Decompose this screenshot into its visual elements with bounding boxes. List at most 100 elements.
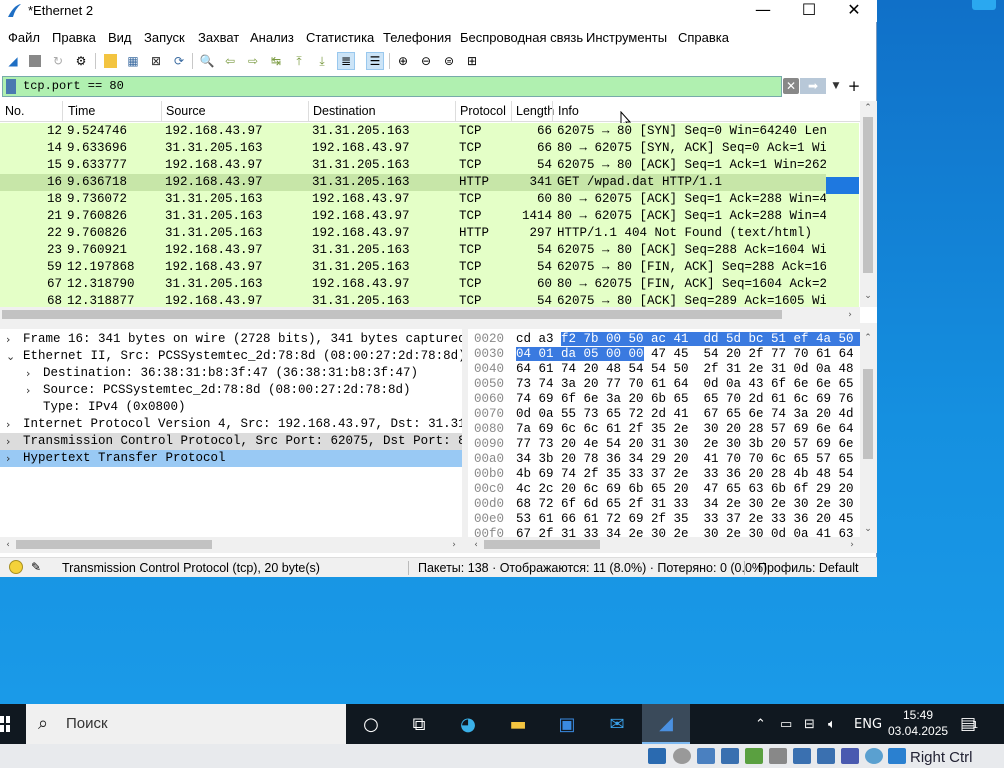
scroll-right-icon[interactable]: › [446, 538, 462, 552]
expand-arrow-icon[interactable]: › [6, 416, 18, 433]
detail-row[interactable]: › Internet Protocol Version 4, Src: 192.1… [0, 416, 462, 433]
volume-icon[interactable]: 🔈︎ [828, 704, 836, 744]
packet-row[interactable]: 16 9.636718 192.168.43.97 31.31.205.163 HTTP… [0, 174, 826, 191]
last-packet-icon[interactable]: ⤓ [313, 52, 331, 70]
expand-arrow-icon[interactable]: › [26, 365, 38, 382]
expand-arrow-icon[interactable]: › [6, 433, 18, 450]
bytes-hscroll[interactable]: ‹ › [468, 537, 877, 553]
vbox-cpu-icon[interactable] [841, 748, 859, 764]
packet-row[interactable]: 12 9.524746 192.168.43.97 31.31.205.163 TCP 6… [0, 123, 826, 140]
clock[interactable]: 15:49 03.04.2025 [888, 707, 948, 739]
column-separator[interactable] [455, 101, 456, 122]
colorize-icon[interactable]: ☰ [366, 52, 384, 70]
detail-row[interactable]: Type: IPv4 (0x0800) [0, 399, 462, 416]
task-view-icon[interactable]: ⧉ [395, 704, 443, 744]
minimize-button[interactable]: — [740, 0, 786, 22]
network-icon[interactable]: ⊟ [804, 704, 815, 744]
store-icon[interactable]: ▣ [543, 704, 591, 744]
menu-tools[interactable]: Инструменты [586, 30, 667, 45]
start-button-icon[interactable] [0, 716, 10, 732]
cortana-icon[interactable]: ○ [347, 704, 395, 744]
vbox-globe-icon[interactable] [865, 748, 883, 764]
taskbar-search[interactable]: ⌕ Поиск [26, 704, 346, 744]
language-indicator[interactable]: ENG [854, 704, 882, 744]
normal-size-icon[interactable]: ⊜ [440, 52, 458, 70]
detail-row[interactable]: › Source: PCSSystemtec_2d:78:8d (08:00:27… [0, 382, 462, 399]
desktop-chat-icon[interactable] [972, 0, 996, 10]
column-separator[interactable] [161, 101, 162, 122]
packet-list-vscroll[interactable]: ⌃ ⌄ [860, 101, 877, 307]
start-capture-icon[interactable]: ◢ [4, 52, 22, 70]
column-separator[interactable] [511, 101, 512, 122]
packet-minimap[interactable] [826, 123, 859, 307]
expand-arrow-icon[interactable]: › [6, 331, 18, 348]
edit-comment-icon[interactable]: ✎ [31, 560, 45, 574]
scroll-left-icon[interactable]: ‹ [0, 538, 16, 552]
battery-icon[interactable]: ▭ [780, 704, 792, 744]
packet-row[interactable]: 18 9.736072 31.31.205.163 192.168.43.97 TCP 8… [0, 191, 826, 208]
detail-row[interactable]: › Transmission Control Protocol, Src Port… [0, 433, 462, 450]
column-source[interactable]: Source [166, 104, 206, 118]
menu-help[interactable]: Справка [678, 30, 729, 45]
restart-capture-icon[interactable]: ↻ [49, 52, 67, 70]
tray-chevron-icon[interactable]: ⌃ [755, 704, 766, 744]
menu-statistics[interactable]: Статистика [306, 30, 374, 45]
vbox-display-icon[interactable] [793, 748, 811, 764]
bytes-vscroll[interactable]: ⌃ ⌄ [860, 329, 877, 538]
column-info[interactable]: Info [558, 104, 579, 118]
menu-go[interactable]: Запуск [144, 30, 185, 45]
first-packet-icon[interactable]: ⤒ [290, 52, 308, 70]
packet-row[interactable]: 14 9.633696 31.31.205.163 192.168.43.97 TCP 8… [0, 140, 826, 157]
reload-file-icon[interactable]: ⟳ [170, 52, 188, 70]
scroll-right-icon[interactable]: › [844, 538, 860, 552]
resize-columns-icon[interactable]: ⊞ [463, 52, 481, 70]
packet-row[interactable]: 67 12.318790 31.31.205.163 192.168.43.97 TCP… [0, 276, 826, 293]
column-time[interactable]: Time [68, 104, 95, 118]
close-button[interactable]: ✕ [831, 0, 877, 22]
scroll-thumb[interactable] [2, 310, 782, 319]
zoom-out-icon[interactable]: ⊖ [417, 52, 435, 70]
menu-file[interactable]: Файл [8, 30, 40, 45]
vbox-recording-icon[interactable] [817, 748, 835, 764]
packet-row[interactable]: 21 9.760826 31.31.205.163 192.168.43.97 TCP 8… [0, 208, 826, 225]
go-forward-icon[interactable]: ⇨ [244, 52, 262, 70]
file-explorer-icon[interactable]: ▬ [494, 704, 542, 744]
vbox-mouse-integration-icon[interactable] [888, 748, 906, 764]
status-profile[interactable]: Профиль: Default [758, 561, 859, 575]
column-length[interactable]: Length [516, 104, 554, 118]
open-file-icon[interactable] [101, 52, 119, 70]
scroll-left-icon[interactable]: ‹ [468, 538, 484, 552]
column-protocol[interactable]: Protocol [460, 104, 506, 118]
vbox-shared-folders-icon[interactable] [769, 748, 787, 764]
close-file-icon[interactable]: ⊠ [147, 52, 165, 70]
scroll-up-icon[interactable]: ⌃ [860, 331, 876, 345]
edge-icon[interactable]: ◕ [444, 704, 492, 744]
stop-capture-icon[interactable] [26, 52, 44, 70]
column-separator[interactable] [552, 101, 553, 122]
menu-analyze[interactable]: Анализ [250, 30, 294, 45]
menu-wireless[interactable]: Беспроводная связь [460, 30, 583, 45]
menu-capture[interactable]: Захват [198, 30, 239, 45]
detail-row[interactable]: ⌄ Ethernet II, Src: PCSSystemtec_2d:78:8d… [0, 348, 462, 365]
packet-row[interactable]: 23 9.760921 192.168.43.97 31.31.205.163 TCP 6… [0, 242, 826, 259]
packet-row[interactable]: 15 9.633777 192.168.43.97 31.31.205.163 TCP 6… [0, 157, 826, 174]
scroll-thumb[interactable] [863, 369, 873, 459]
scroll-thumb[interactable] [863, 117, 873, 273]
packet-row[interactable]: 59 12.197868 192.168.43.97 31.31.205.163 TCP… [0, 259, 826, 276]
scroll-thumb[interactable] [484, 540, 600, 549]
column-separator[interactable] [62, 101, 63, 122]
go-to-packet-icon[interactable]: ↹ [267, 52, 285, 70]
maximize-button[interactable]: ☐ [786, 0, 832, 22]
expand-arrow-icon[interactable]: › [26, 382, 38, 399]
vbox-usb-icon[interactable] [745, 748, 763, 764]
scroll-down-icon[interactable]: ⌄ [860, 289, 876, 303]
auto-scroll-icon[interactable]: ≣ [337, 52, 355, 70]
vbox-optical-icon[interactable] [673, 748, 691, 764]
detail-row[interactable]: › Frame 16: 341 bytes on wire (2728 bits)… [0, 331, 462, 348]
display-filter-input[interactable]: tcp.port == 80 [2, 76, 782, 97]
column-separator[interactable] [308, 101, 309, 122]
scroll-thumb[interactable] [16, 540, 212, 549]
menu-edit[interactable]: Правка [52, 30, 96, 45]
filter-apply-icon[interactable]: ➡ [800, 78, 826, 94]
capture-status-icon[interactable] [9, 560, 23, 574]
